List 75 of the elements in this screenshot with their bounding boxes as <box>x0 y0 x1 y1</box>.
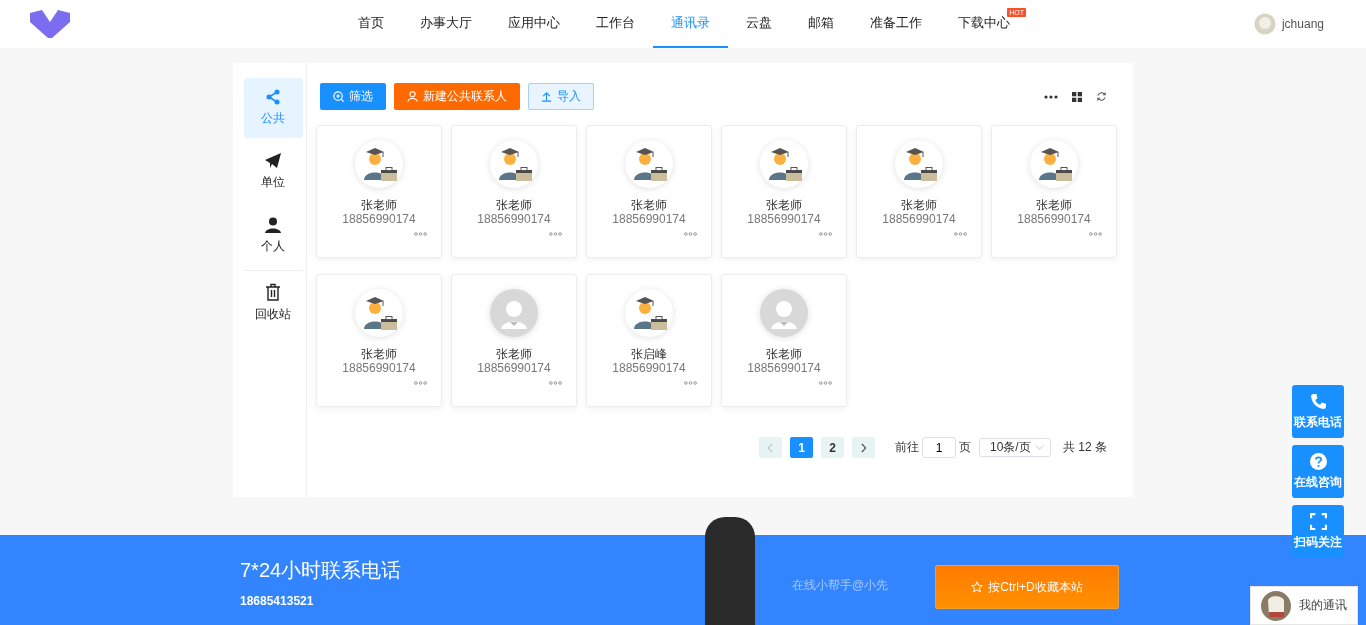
share-icon <box>265 89 281 105</box>
sidebar-item[interactable]: 单位 <box>243 142 303 202</box>
nav-tab[interactable]: 邮箱 <box>790 0 852 48</box>
goto-label: 前往 <box>895 439 919 456</box>
hotline-number: 18685413521 <box>240 593 315 608</box>
nav-tab[interactable]: 工作台 <box>578 0 653 48</box>
contact-phone: 18856990174 <box>342 361 416 375</box>
contact-card[interactable]: 张老师 18856990174 <box>451 125 577 258</box>
page-button[interactable]: 2 <box>821 437 844 458</box>
contact-phone: 18856990174 <box>477 361 551 375</box>
total-count: 共 12 条 <box>1063 439 1107 456</box>
chat-widget[interactable]: 我的通讯 <box>1250 586 1358 625</box>
avatar-icon[interactable] <box>1253 13 1276 35</box>
default-avatar-icon <box>760 289 808 337</box>
contact-name: 张老师 <box>766 198 802 212</box>
contact-name: 张老师 <box>496 347 532 361</box>
default-avatar-icon <box>490 289 538 337</box>
paper-plane-icon <box>265 153 281 169</box>
upload-icon <box>541 91 552 102</box>
contact-name: 张老师 <box>361 347 397 361</box>
next-page-button[interactable] <box>852 437 875 458</box>
contact-card[interactable]: 张老师 18856990174 <box>991 125 1117 258</box>
contact-name: 张启峰 <box>631 347 667 361</box>
nav-tab[interactable]: 下载中心 <box>940 0 1010 48</box>
nav-tab[interactable]: 云盘 <box>728 0 790 48</box>
nav-tab[interactable]: 应用中心 <box>490 0 578 48</box>
contact-card[interactable]: 张老师 18856990174 <box>316 125 442 258</box>
contact-name: 张老师 <box>1036 198 1072 212</box>
contact-name: 张老师 <box>766 347 802 361</box>
contact-name: 张老师 <box>496 198 532 212</box>
contact-phone: 18856990174 <box>747 361 821 375</box>
refresh-icon[interactable] <box>1096 91 1107 102</box>
contact-card[interactable]: 张老师 18856990174 <box>856 125 982 258</box>
contact-phone: 18856990174 <box>882 212 956 226</box>
nav-tab[interactable]: 办事大厅 <box>402 0 490 48</box>
avatar-icon <box>1261 590 1291 621</box>
contact-card[interactable]: 张启峰 18856990174 <box>586 274 712 407</box>
chevron-down-icon <box>1035 445 1044 450</box>
user-name[interactable]: jchuang <box>1281 17 1324 31</box>
search-icon <box>333 91 344 102</box>
contact-card[interactable]: 张老师 18856990174 <box>586 125 712 258</box>
sidebar-item[interactable]: 个人 <box>243 206 303 266</box>
contact-name: 张老师 <box>631 198 667 212</box>
star-icon <box>971 581 984 593</box>
contact-name: 张老师 <box>901 198 937 212</box>
contact-phone: 18856990174 <box>612 361 686 375</box>
nav-tab[interactable]: 首页 <box>340 0 402 48</box>
chevron-right-icon <box>860 442 867 453</box>
person-icon <box>265 217 281 233</box>
contact-phone: 18856990174 <box>477 212 551 226</box>
contact-name: 张老师 <box>361 198 397 212</box>
sidebar-item[interactable]: 回收站 <box>243 273 303 333</box>
contact-phone: 18856990174 <box>747 212 821 226</box>
logo-icon[interactable] <box>30 10 70 38</box>
user-icon <box>407 91 418 102</box>
helper-text: 在线小帮手@小先 <box>792 577 889 594</box>
contact-card[interactable]: 张老师 18856990174 <box>721 274 847 407</box>
contact-phone: 18856990174 <box>612 212 686 226</box>
contact-card[interactable]: 张老师 18856990174 <box>721 125 847 258</box>
trash-icon <box>265 283 281 301</box>
scan-icon <box>1309 512 1327 530</box>
contact-card[interactable]: 张老师 18856990174 <box>316 274 442 407</box>
contact-phone: 18856990174 <box>342 212 416 226</box>
grid-icon[interactable] <box>1072 91 1082 102</box>
more-icon[interactable] <box>1044 94 1058 99</box>
page-unit: 页 <box>959 439 971 456</box>
hotline-title: 7*24小时联系电话 <box>240 557 402 583</box>
chevron-left-icon <box>767 442 774 453</box>
page-input[interactable]: 1 <box>922 437 956 458</box>
help-icon <box>1309 452 1327 470</box>
phone-icon <box>1309 392 1327 410</box>
contact-phone: 18856990174 <box>1017 212 1091 226</box>
page-size-select[interactable]: 10条/页 <box>979 438 1051 457</box>
nav-tab[interactable]: 准备工作 <box>852 0 940 48</box>
contact-card[interactable]: 张老师 18856990174 <box>451 274 577 407</box>
